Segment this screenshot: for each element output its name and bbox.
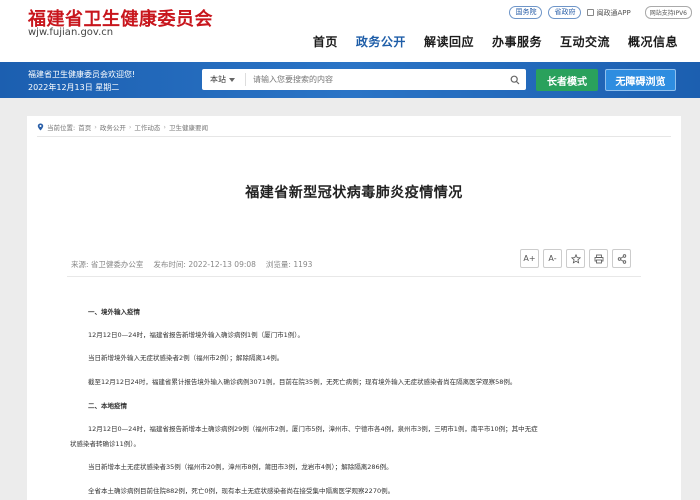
breadcrumb-gov-affairs[interactable]: 政务公开	[100, 122, 126, 132]
paragraph: 截至12月12日24时，福建省累计报告境外输入确诊病例3071例，目前在院35例…	[88, 378, 517, 386]
nav-gov-affairs[interactable]: 政务公开	[356, 33, 406, 50]
divider	[37, 136, 671, 137]
phone-icon	[587, 9, 595, 16]
article-published: 发布时间: 2022-12-13 09:08	[153, 260, 256, 269]
paragraph: 全省本土确诊病例目前住院882例，死亡0例，现有本土无症状感染者尚在接受集中隔离…	[88, 487, 395, 495]
welcome-text: 福建省卫生健康委员会欢迎您!	[28, 70, 136, 79]
nav-interpretation[interactable]: 解读回应	[424, 33, 474, 50]
font-decrease-button[interactable]: A-	[543, 249, 562, 268]
search-button[interactable]	[504, 69, 526, 90]
app-link-label: 闽政通APP	[596, 8, 631, 17]
search-icon	[510, 75, 520, 84]
paragraph: 当日新增境外输入无症状感染者2例（福州市2例）；解除隔离14例。	[88, 354, 284, 362]
main-nav: 首页 政务公开 解读回应 办事服务 互动交流 概况信息	[313, 33, 678, 50]
font-increase-label: A+	[523, 254, 536, 263]
article-source: 来源: 省卫健委办公室	[71, 260, 144, 269]
location-pin-icon	[37, 123, 44, 131]
paragraph: 12月12日0—24时，福建省报告新增本土确诊病例29例（福州市2例，厦门市5例…	[88, 425, 538, 433]
article-meta: 来源: 省卫健委办公室 发布时间: 2022-12-13 09:08 浏览量: …	[71, 259, 312, 270]
paragraph-continued: 状感染者转确诊11例）。	[70, 440, 141, 448]
breadcrumb-work-news[interactable]: 工作动态	[134, 122, 160, 132]
divider	[67, 276, 641, 277]
search-scope-label: 本站	[210, 75, 226, 84]
article-views: 浏览量: 1193	[265, 260, 313, 269]
breadcrumb-sep: ›	[94, 123, 97, 131]
search-scope-select[interactable]: 本站	[202, 73, 246, 86]
nav-overview[interactable]: 概况信息	[628, 33, 678, 50]
welcome-block: 福建省卫生健康委员会欢迎您! 2022年12月13日 星期二	[28, 68, 135, 94]
section-heading: 二、本地疫情	[88, 402, 127, 410]
accessibility-button[interactable]: 无障碍浏览	[605, 69, 676, 91]
nav-services[interactable]: 办事服务	[492, 33, 542, 50]
link-app[interactable]: 闽政通APP	[587, 8, 631, 18]
section-heading: 一、境外输入疫情	[88, 308, 140, 316]
paragraph: 当日新增本土无症状感染者35例（福州市20例，漳州市8例，莆田市3例，龙岩市4例…	[88, 463, 393, 471]
elder-mode-button[interactable]: 长者模式	[536, 69, 598, 91]
breadcrumb: 当前位置: 首页 › 政务公开 › 工作动态 › 卫生健康要闻	[37, 122, 208, 132]
breadcrumb-home[interactable]: 首页	[78, 122, 91, 132]
font-increase-button[interactable]: A+	[520, 249, 539, 268]
article-title: 福建省新型冠状病毒肺炎疫情情况	[245, 185, 463, 201]
nav-interaction[interactable]: 互动交流	[560, 33, 610, 50]
print-icon	[594, 254, 603, 263]
link-state-council[interactable]: 国务院	[509, 6, 543, 19]
top-links: 国务院 省政府 闽政通APP 网站支持IPV6	[509, 6, 692, 19]
search-box: 本站	[202, 69, 526, 90]
current-date: 2022年12月13日 星期二	[28, 83, 120, 92]
star-icon	[570, 253, 581, 264]
print-button[interactable]	[589, 249, 608, 268]
favorite-button[interactable]	[566, 249, 585, 268]
share-button[interactable]	[612, 249, 631, 268]
ipv6-badge: 网站支持IPV6	[644, 6, 692, 19]
paragraph: 12月12日0—24时，福建省报告新增境外输入确诊病例1例（厦门市1例）。	[88, 331, 304, 339]
article-card: 当前位置: 首页 › 政务公开 › 工作动态 › 卫生健康要闻 福建省新型冠状病…	[27, 116, 681, 500]
breadcrumb-sep: ›	[128, 123, 132, 131]
site-url: wjw.fujian.gov.cn	[28, 27, 114, 38]
breadcrumb-health-news[interactable]: 卫生健康要闻	[169, 122, 208, 132]
site-header: 福建省卫生健康委员会 wjw.fujian.gov.cn 国务院 省政府 闽政通…	[0, 0, 700, 62]
breadcrumb-sep: ›	[163, 123, 167, 131]
article-tools: A+ A-	[520, 249, 631, 268]
toolbar-bar: 福建省卫生健康委员会欢迎您! 2022年12月13日 星期二 本站 长者模式 无…	[0, 62, 700, 98]
link-province-gov[interactable]: 省政府	[548, 6, 582, 19]
font-decrease-label: A-	[548, 254, 557, 263]
nav-home[interactable]: 首页	[313, 33, 338, 50]
chevron-down-icon	[229, 77, 235, 82]
breadcrumb-prefix: 当前位置:	[47, 124, 76, 132]
search-input[interactable]	[246, 75, 504, 84]
share-icon	[617, 253, 626, 264]
